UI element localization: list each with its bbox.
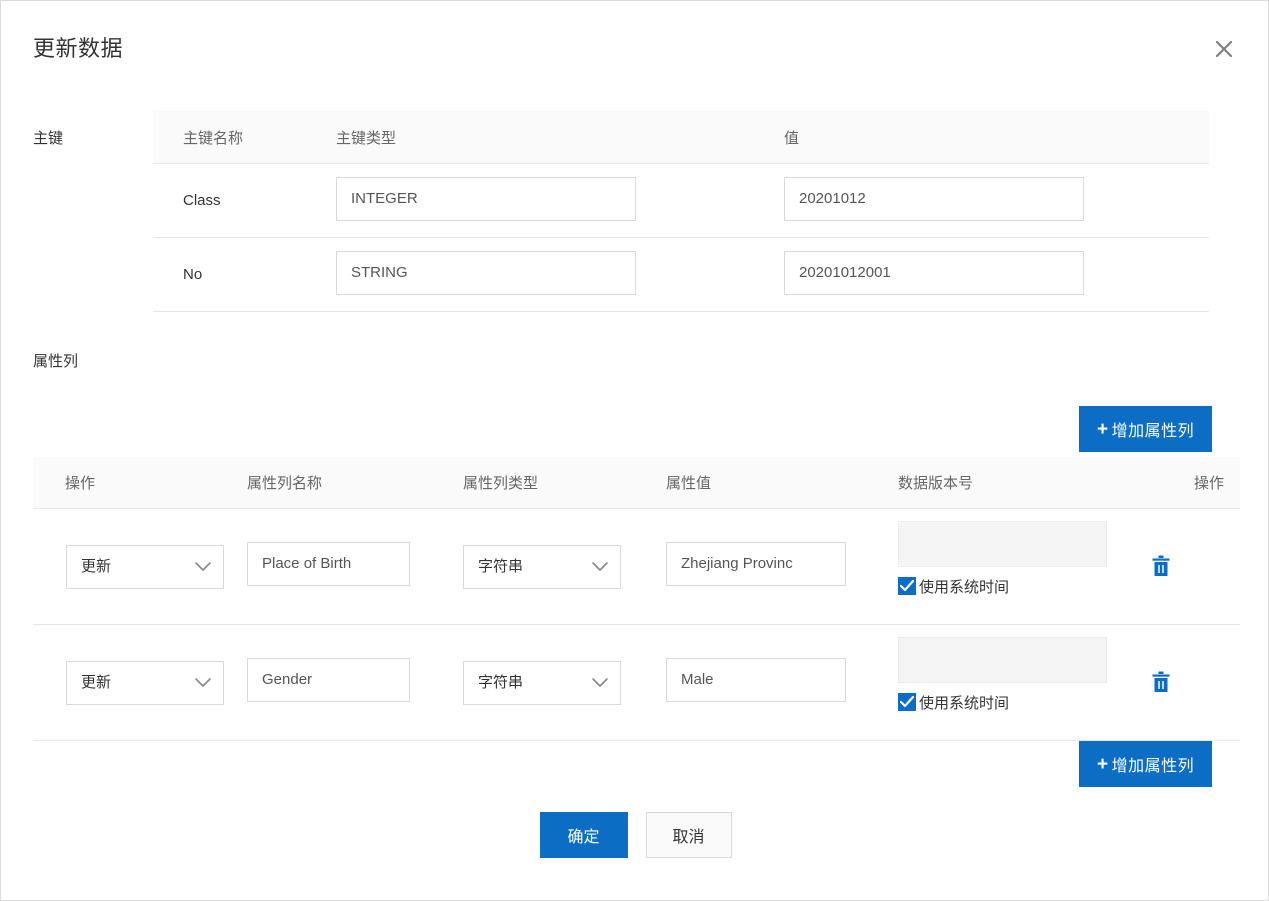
chevron-down-icon (195, 561, 211, 572)
pk-name-cell: No (153, 237, 336, 312)
checkbox-checked-icon (898, 577, 916, 595)
attr-type-select-1[interactable]: 字符串 (463, 660, 621, 705)
attr-name-input-1[interactable]: Gender (247, 658, 410, 702)
page-title: 更新数据 (33, 36, 124, 61)
attr-value-input-0[interactable]: Zhejiang Provinc (666, 542, 846, 586)
table-row: No STRING 20201012001 (153, 237, 1209, 312)
attr-type-select-0[interactable]: 字符串 (463, 544, 621, 589)
attr-version-input-0 (898, 520, 1107, 567)
attr-value-input-1[interactable]: Male (666, 658, 846, 702)
chevron-down-icon (592, 677, 608, 688)
update-data-dialog: 更新数据 主键 主键名称 主键类型 值 Class INTEGER 202010… (0, 0, 1269, 901)
pk-type-input-0[interactable]: INTEGER (336, 176, 636, 221)
table-header-row: 主键名称 主键类型 值 (153, 111, 1209, 164)
table-row: 更新 Gender 字符串 Male 使用系统时间 (33, 624, 1240, 741)
attr-name-cell: Gender (247, 624, 463, 741)
trash-icon[interactable] (1148, 551, 1174, 581)
attr-version-cell: 使用系统时间 (898, 508, 1148, 625)
attr-operation-cell: 更新 (33, 508, 247, 625)
attr-header-name: 属性列名称 (247, 457, 463, 509)
table-row: Class INTEGER 20201012 (153, 163, 1209, 238)
attribute-columns-table: 操作 属性列名称 属性列类型 属性值 数据版本号 操作 更新 Place of … (33, 457, 1240, 741)
attr-version-cell: 使用系统时间 (898, 624, 1148, 741)
attribute-section-label: 属性列 (33, 353, 79, 370)
cancel-button[interactable]: 取消 (645, 812, 732, 858)
pk-value-cell: 20201012001 (784, 237, 1209, 312)
confirm-button[interactable]: 确定 (539, 812, 628, 858)
pk-value-input-0[interactable]: 20201012 (784, 176, 1084, 221)
pk-type-input-1[interactable]: STRING (336, 250, 636, 295)
attr-operation-cell: 更新 (33, 624, 247, 741)
attr-operation-value-1: 更新 (81, 673, 112, 691)
use-system-time-checkbox-1[interactable]: 使用系统时间 (898, 692, 1009, 713)
attr-header-version: 数据版本号 (898, 457, 1148, 509)
chevron-down-icon (592, 561, 608, 572)
pk-name-cell: Class (153, 163, 336, 238)
pk-value-cell: 20201012 (784, 163, 1209, 238)
attr-action-cell (1148, 508, 1240, 625)
attr-operation-value-0: 更新 (81, 557, 112, 575)
attr-header-operation: 操作 (33, 457, 247, 509)
attr-operation-select-1[interactable]: 更新 (66, 660, 224, 705)
add-attribute-column-button-bottom[interactable]: + 增加属性列 (1079, 741, 1213, 787)
use-system-time-checkbox-0[interactable]: 使用系统时间 (898, 576, 1009, 597)
add-attribute-column-button-top[interactable]: + 增加属性列 (1079, 406, 1213, 452)
pk-header-value: 值 (784, 111, 1209, 164)
attr-value-cell: Male (666, 624, 898, 741)
attr-type-cell: 字符串 (463, 508, 666, 625)
attr-type-cell: 字符串 (463, 624, 666, 741)
attr-header-value: 属性值 (666, 457, 898, 509)
table-header-row: 操作 属性列名称 属性列类型 属性值 数据版本号 操作 (33, 457, 1240, 509)
checkbox-checked-icon (898, 693, 916, 711)
use-system-time-label-1: 使用系统时间 (919, 694, 1010, 712)
pk-type-cell: INTEGER (336, 163, 784, 238)
table-row: 更新 Place of Birth 字符串 Zhejiang Provinc 使… (33, 508, 1240, 625)
attr-header-type: 属性列类型 (463, 457, 666, 509)
pk-value-input-1[interactable]: 20201012001 (784, 250, 1084, 295)
attr-header-action: 操作 (1148, 457, 1240, 509)
dialog-footer: 确定 取消 (1, 812, 1268, 858)
close-icon[interactable] (1204, 29, 1244, 69)
pk-header-name: 主键名称 (153, 111, 336, 164)
attr-action-cell (1148, 624, 1240, 741)
chevron-down-icon (195, 677, 211, 688)
add-attribute-label: 增加属性列 (1111, 758, 1195, 775)
trash-icon[interactable] (1148, 667, 1174, 697)
attr-type-value-1: 字符串 (478, 673, 524, 691)
attr-type-value-0: 字符串 (478, 557, 524, 575)
attr-value-cell: Zhejiang Provinc (666, 508, 898, 625)
primary-key-table: 主键名称 主键类型 值 Class INTEGER 20201012 No ST… (153, 111, 1209, 312)
pk-header-type: 主键类型 (336, 111, 784, 164)
attr-operation-select-0[interactable]: 更新 (66, 544, 224, 589)
attr-name-cell: Place of Birth (247, 508, 463, 625)
primary-key-section-label: 主键 (33, 130, 64, 147)
pk-type-cell: STRING (336, 237, 784, 312)
attr-name-input-0[interactable]: Place of Birth (247, 542, 410, 586)
add-attribute-label: 增加属性列 (1111, 423, 1195, 440)
plus-icon: + (1097, 418, 1109, 440)
use-system-time-label-0: 使用系统时间 (919, 578, 1010, 596)
attr-version-input-1 (898, 636, 1107, 683)
plus-icon: + (1097, 753, 1109, 775)
